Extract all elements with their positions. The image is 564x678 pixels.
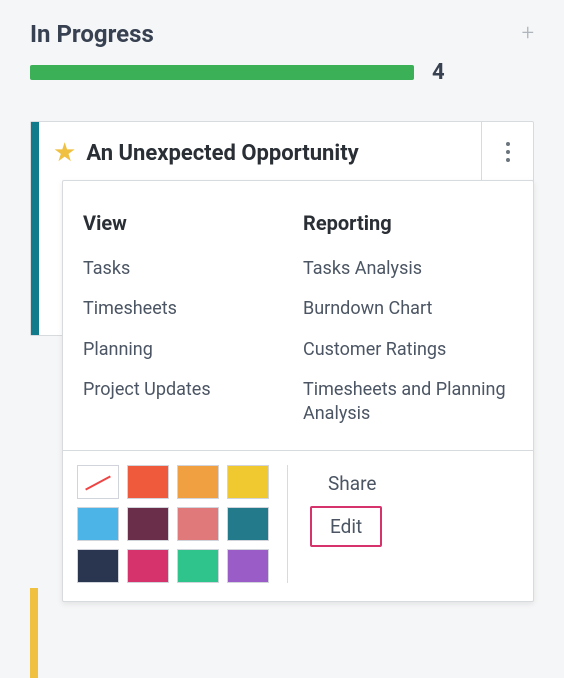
edit-action[interactable]: Edit	[310, 506, 382, 547]
menu-item-timesheets[interactable]: Timesheets	[83, 297, 293, 321]
color-swatch-none[interactable]	[77, 465, 119, 499]
reporting-heading: Reporting	[303, 211, 513, 235]
card-dropdown-menu: View Tasks Timesheets Planning Project U…	[62, 180, 534, 602]
menu-item-tasks[interactable]: Tasks	[83, 257, 293, 281]
menu-item-burndown-chart[interactable]: Burndown Chart	[303, 297, 513, 321]
dropdown-view-section: View Tasks Timesheets Planning Project U…	[83, 211, 293, 426]
add-card-icon[interactable]: +	[522, 23, 534, 45]
menu-item-customer-ratings[interactable]: Customer Ratings	[303, 338, 513, 362]
card-accent-stripe	[31, 122, 39, 335]
menu-item-planning[interactable]: Planning	[83, 338, 293, 362]
color-swatch[interactable]	[77, 549, 119, 583]
kebab-icon	[506, 150, 510, 154]
dropdown-actions: Share Edit	[288, 465, 519, 583]
color-swatch[interactable]	[177, 549, 219, 583]
card-count: 4	[432, 60, 445, 85]
color-swatch[interactable]	[177, 465, 219, 499]
color-swatch[interactable]	[127, 465, 169, 499]
color-swatch[interactable]	[127, 507, 169, 541]
color-picker	[77, 465, 288, 583]
next-card-accent-stripe	[30, 588, 38, 678]
menu-item-project-updates[interactable]: Project Updates	[83, 378, 293, 402]
menu-item-timesheets-planning-analysis[interactable]: Timesheets and Planning Analysis	[303, 378, 513, 427]
color-swatch[interactable]	[77, 507, 119, 541]
color-swatch[interactable]	[227, 549, 269, 583]
column-header: In Progress +	[30, 20, 534, 48]
color-swatch[interactable]	[177, 507, 219, 541]
share-action[interactable]: Share	[310, 465, 394, 502]
view-heading: View	[83, 211, 293, 235]
column-title: In Progress	[30, 20, 154, 48]
color-swatch[interactable]	[127, 549, 169, 583]
color-swatch[interactable]	[227, 465, 269, 499]
color-swatch[interactable]	[227, 507, 269, 541]
progress-bar	[30, 65, 414, 80]
dropdown-reporting-section: Reporting Tasks Analysis Burndown Chart …	[303, 211, 513, 426]
card-title: An Unexpected Opportunity	[86, 141, 515, 166]
card-menu-button[interactable]	[481, 122, 533, 182]
menu-item-tasks-analysis[interactable]: Tasks Analysis	[303, 257, 513, 281]
star-icon[interactable]: ★	[53, 140, 76, 166]
